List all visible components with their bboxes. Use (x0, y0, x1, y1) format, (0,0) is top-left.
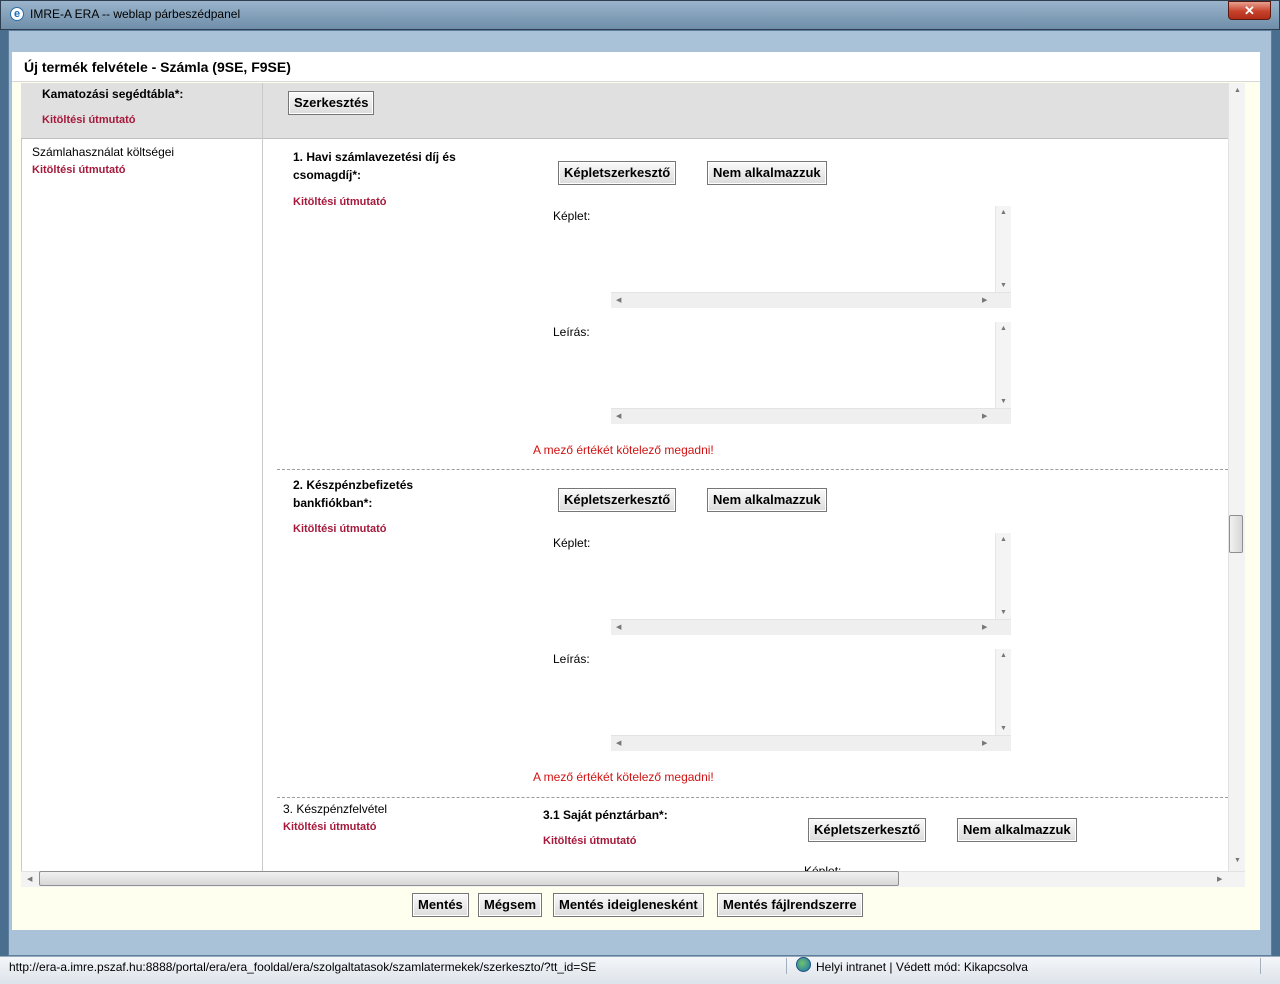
scrollbar[interactable]: ◀ ▶ (611, 619, 1011, 635)
scroll-right-icon[interactable]: ▶ (982, 412, 987, 420)
scroll-left-icon[interactable]: ◀ (27, 875, 32, 883)
scrollbar[interactable]: ◀ ▶ (611, 292, 1011, 308)
scrollbar[interactable]: ▲ ▼ (995, 533, 1011, 619)
kamatozasi-label: Kamatozási segédtábla*: (42, 87, 184, 101)
save-button[interactable]: Mentés (412, 893, 469, 917)
scroll-down-icon[interactable]: ▼ (1234, 857, 1241, 864)
scroll-up-icon[interactable]: ▲ (1000, 536, 1007, 543)
item2-guide-link[interactable]: Kitöltési útmutató (293, 523, 387, 535)
scrollbar[interactable]: ▲ ▼ (995, 322, 1011, 408)
scroll-down-icon[interactable]: ▼ (1000, 282, 1007, 289)
save-to-filesystem-button[interactable]: Mentés fájlrendszerre (717, 893, 863, 917)
item1-formula-textarea[interactable]: ▲ ▼ ◀ ▶ (611, 206, 1011, 308)
kamatozasi-row (21, 83, 1228, 139)
item2-not-applied-button[interactable]: Nem alkalmazzuk (707, 488, 827, 512)
content-vertical-scrollbar[interactable]: ▲ ▼ (1228, 83, 1245, 871)
item1-error-message: A mező értékét kötelező megadni! (533, 443, 714, 457)
scroll-right-icon[interactable]: ▶ (982, 296, 987, 304)
scroll-down-icon[interactable]: ▼ (1000, 725, 1007, 732)
vertical-scroll-thumb[interactable] (1229, 515, 1243, 553)
item1-formula-label: Képlet: (553, 209, 591, 223)
ie-icon: e (10, 7, 24, 21)
status-separator (1260, 958, 1261, 974)
form-content-panel (21, 83, 1229, 871)
szamlahasznalat-label: Számlahasználat költségei (32, 145, 175, 159)
scroll-right-icon[interactable]: ▶ (982, 739, 987, 747)
status-separator (786, 958, 787, 974)
item1-title: 1. Havi számlavezetési díj és (293, 150, 456, 164)
item1-title-cont: csomagdíj*: (293, 168, 362, 182)
globe-icon (796, 957, 811, 972)
scrollbar[interactable]: ▲ ▼ (995, 649, 1011, 735)
item1-not-applied-button[interactable]: Nem alkalmazzuk (707, 161, 827, 185)
status-url: http://era-a.imre.pszaf.hu:8888/portal/e… (9, 960, 597, 974)
scroll-down-icon[interactable]: ▼ (1000, 398, 1007, 405)
szamlahasznalat-guide-link[interactable]: Kitöltési útmutató (32, 164, 126, 176)
item3-1-formula-label: Képlet: (804, 864, 842, 871)
close-button[interactable]: ✕ (1228, 1, 1271, 20)
edit-button[interactable]: Szerkesztés (288, 91, 375, 115)
horizontal-scroll-thumb[interactable] (39, 871, 899, 886)
item3-title: 3. Készpénzfelvétel (283, 802, 388, 816)
column-divider (262, 83, 263, 871)
scroll-left-icon[interactable]: ◀ (616, 623, 621, 631)
page-title: Új termék felvétele - Számla (9SE, F9SE) (24, 59, 291, 75)
item2-title-cont: bankfiókban*: (293, 496, 373, 510)
scrollbar[interactable]: ▲ ▼ (995, 206, 1011, 292)
scrollbar[interactable]: ◀ ▶ (611, 408, 1011, 424)
item2-formula-label: Képlet: (553, 536, 591, 550)
scroll-up-icon[interactable]: ▲ (1000, 652, 1007, 659)
item2-error-message: A mező értékét kötelező megadni! (533, 770, 714, 784)
item3-guide-link[interactable]: Kitöltési útmutató (283, 821, 377, 833)
item1-description-textarea[interactable]: ▲ ▼ ◀ ▶ (611, 322, 1011, 424)
security-zone-text: Helyi intranet | Védett mód: Kikapcsolva (816, 960, 1028, 974)
item3-1-guide-link[interactable]: Kitöltési útmutató (543, 835, 637, 847)
item1-formula-editor-button[interactable]: Képletszerkesztő (558, 161, 677, 185)
item2-title: 2. Készpénzbefizetés (293, 478, 414, 492)
item2-formula-textarea[interactable]: ▲ ▼ ◀ ▶ (611, 533, 1011, 635)
item2-description-label: Leírás: (553, 652, 590, 666)
scroll-left-icon[interactable]: ◀ (616, 296, 621, 304)
scroll-up-icon[interactable]: ▲ (1000, 209, 1007, 216)
scroll-left-icon[interactable]: ◀ (616, 739, 621, 747)
item1-description-label: Leírás: (553, 325, 590, 339)
window-title: IMRE-A ERA -- weblap párbeszédpanel (30, 7, 241, 21)
item1-guide-link[interactable]: Kitöltési útmutató (293, 196, 387, 208)
save-temporary-button[interactable]: Mentés ideiglenesként (553, 893, 704, 917)
item3-1-formula-editor-button[interactable]: Képletszerkesztő (808, 818, 927, 842)
scroll-right-icon[interactable]: ▶ (1217, 875, 1222, 883)
scroll-down-icon[interactable]: ▼ (1000, 609, 1007, 616)
item2-formula-editor-button[interactable]: Képletszerkesztő (558, 488, 677, 512)
section-divider (277, 469, 1228, 470)
scroll-left-icon[interactable]: ◀ (616, 412, 621, 420)
item3-1-not-applied-button[interactable]: Nem alkalmazzuk (957, 818, 1077, 842)
scroll-right-icon[interactable]: ▶ (982, 623, 987, 631)
scroll-up-icon[interactable]: ▲ (1000, 325, 1007, 332)
item2-description-textarea[interactable]: ▲ ▼ ◀ ▶ (611, 649, 1011, 751)
item3-1-title: 3.1 Saját pénztárban*: (543, 808, 668, 822)
cancel-button[interactable]: Mégsem (478, 893, 543, 917)
scrollbar[interactable]: ◀ ▶ (611, 735, 1011, 751)
section-divider (277, 797, 1228, 798)
kamatozasi-guide-link[interactable]: Kitöltési útmutató (42, 114, 136, 126)
scroll-up-icon[interactable]: ▲ (1234, 87, 1241, 94)
